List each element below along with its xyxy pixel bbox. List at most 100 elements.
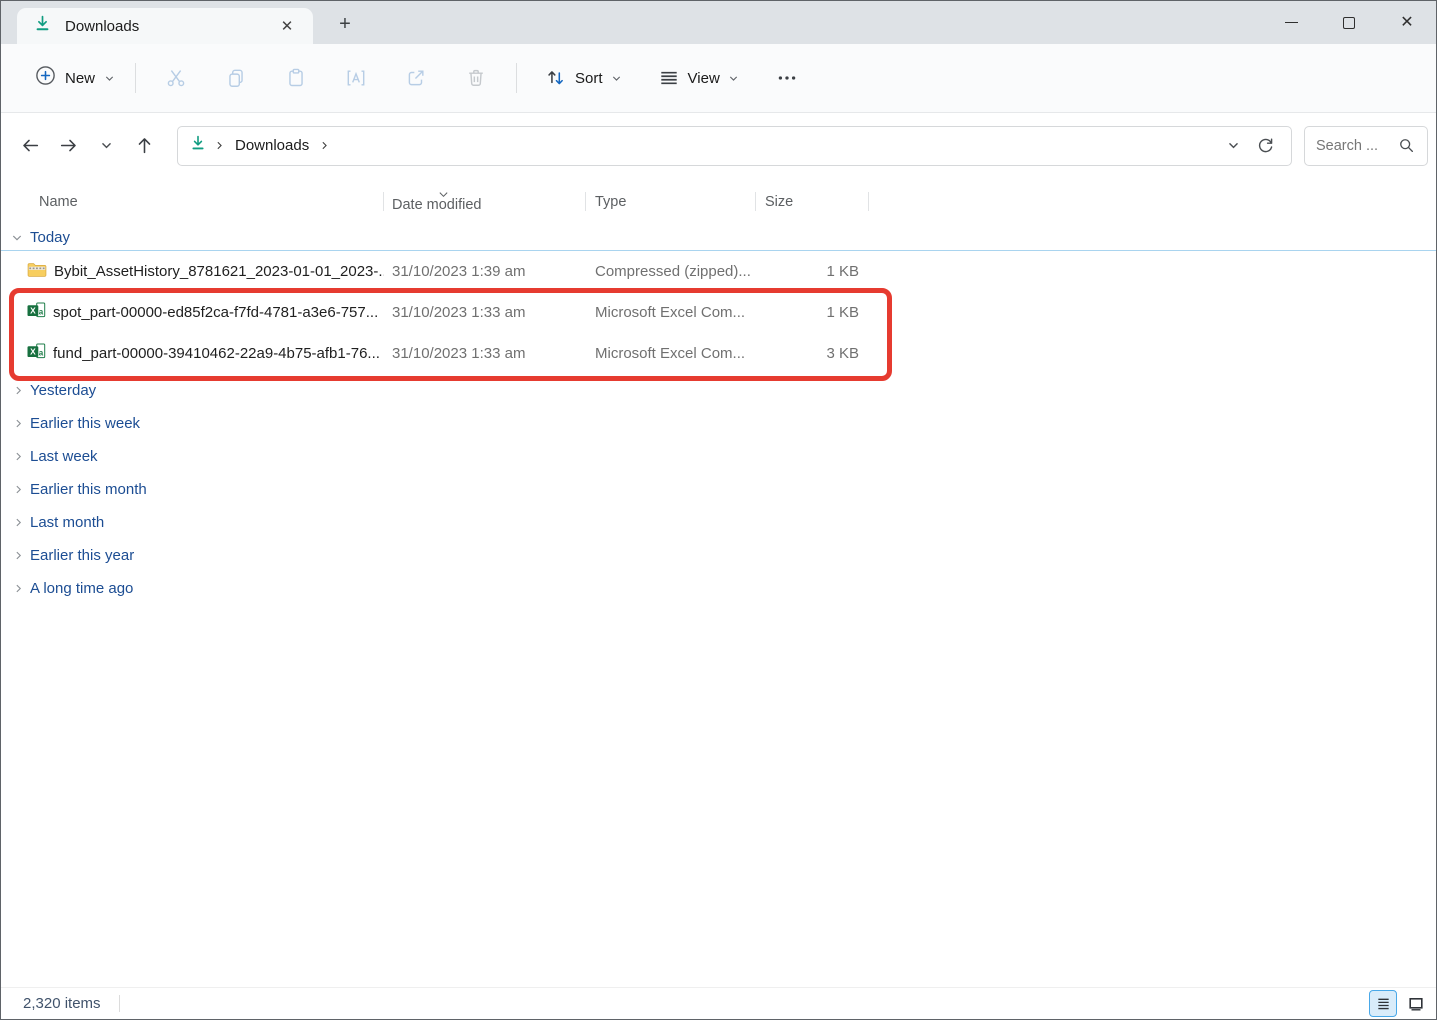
arrow-right-icon xyxy=(58,135,79,156)
excel-csv-icon: aX xyxy=(27,343,46,364)
recent-locations-button[interactable] xyxy=(87,128,125,164)
group-header-earlier-this-month[interactable]: Earlier this month xyxy=(1,473,1436,506)
share-button[interactable] xyxy=(394,58,438,98)
view-button[interactable]: View xyxy=(648,60,749,96)
file-row-spot-csv[interactable]: aX spot_part-00000-ed85f2ca-f7fd-4781-a3… xyxy=(1,292,1436,333)
file-size: 1 KB xyxy=(756,263,869,280)
column-header-name[interactable]: Name xyxy=(17,178,384,225)
minimize-icon xyxy=(1285,22,1298,23)
chevron-collapsed-icon xyxy=(13,583,24,594)
group-header-yesterday[interactable]: Yesterday xyxy=(1,374,1436,407)
address-input-box[interactable]: Downloads xyxy=(177,126,1292,166)
group-label: Today xyxy=(30,229,70,246)
download-icon xyxy=(190,135,206,156)
file-name: spot_part-00000-ed85f2ca-f7fd-4781-a3e6-… xyxy=(53,304,378,321)
column-header-date-modified[interactable]: Date modified xyxy=(384,178,586,225)
maximize-button[interactable] xyxy=(1320,1,1378,44)
minimize-button[interactable] xyxy=(1262,1,1320,44)
ellipsis-icon xyxy=(776,67,798,89)
status-bar: 2,320 items xyxy=(1,987,1436,1019)
file-row-zip[interactable]: Bybit_AssetHistory_8781621_2023-01-01_20… xyxy=(1,251,1436,292)
file-date: 31/10/2023 1:33 am xyxy=(384,345,586,362)
copy-button[interactable] xyxy=(214,58,258,98)
zip-folder-icon xyxy=(27,262,47,282)
thumbnails-view-button[interactable] xyxy=(1402,990,1430,1017)
share-icon xyxy=(405,67,427,89)
excel-csv-icon: aX xyxy=(27,302,46,323)
rename-button[interactable] xyxy=(334,58,378,98)
group-header-earlier-this-week[interactable]: Earlier this week xyxy=(1,407,1436,440)
group-label: Last week xyxy=(30,448,98,465)
paste-icon xyxy=(285,67,307,89)
plus-circle-icon xyxy=(35,65,56,91)
group-label: Earlier this year xyxy=(30,547,134,564)
sort-button[interactable]: Sort xyxy=(535,60,632,96)
address-dropdown-button[interactable] xyxy=(1217,131,1249,161)
command-toolbar: New Sort View xyxy=(1,44,1436,113)
maximize-icon xyxy=(1343,17,1355,29)
file-row-fund-csv[interactable]: aX fund_part-00000-39410462-22a9-4b75-af… xyxy=(1,333,1436,374)
column-header-size[interactable]: Size xyxy=(756,178,869,225)
sort-button-label: Sort xyxy=(575,70,603,87)
trash-icon xyxy=(465,67,487,89)
arrow-up-icon xyxy=(134,135,155,156)
arrow-left-icon xyxy=(20,135,41,156)
cut-button[interactable] xyxy=(154,58,198,98)
file-type: Compressed (zipped)... xyxy=(586,263,756,280)
group-header-last-month[interactable]: Last month xyxy=(1,506,1436,539)
search-input[interactable] xyxy=(1316,138,1398,154)
chevron-collapsed-icon xyxy=(13,385,24,396)
chevron-down-icon xyxy=(728,73,739,84)
refresh-button[interactable] xyxy=(1249,131,1281,161)
chevron-collapsed-icon xyxy=(13,550,24,561)
rename-icon xyxy=(345,67,367,89)
copy-icon xyxy=(225,67,247,89)
chevron-right-icon[interactable] xyxy=(319,140,330,151)
items-count: 2,320 items xyxy=(23,995,101,1012)
tab-close-icon[interactable]: ✕ xyxy=(275,14,299,38)
svg-text:a: a xyxy=(39,307,44,316)
group-header-today[interactable]: Today xyxy=(1,225,1436,251)
file-list-pane: Name Date modified Type Size Today Bybit… xyxy=(1,178,1436,987)
thumbnails-view-icon xyxy=(1408,996,1424,1012)
chevron-collapsed-icon xyxy=(13,484,24,495)
explorer-tab-downloads[interactable]: Downloads ✕ xyxy=(17,8,313,44)
tab-title: Downloads xyxy=(65,18,275,35)
group-header-last-week[interactable]: Last week xyxy=(1,440,1436,473)
toolbar-divider xyxy=(516,63,517,93)
group-header-a-long-time-ago[interactable]: A long time ago xyxy=(1,572,1436,605)
chevron-collapsed-icon xyxy=(13,451,24,462)
file-type: Microsoft Excel Com... xyxy=(586,345,756,362)
chevron-right-icon[interactable] xyxy=(214,140,225,151)
details-view-button[interactable] xyxy=(1369,990,1397,1017)
new-button[interactable]: New xyxy=(25,58,125,98)
file-name: fund_part-00000-39410462-22a9-4b75-afb1-… xyxy=(53,345,380,362)
chevron-collapsed-icon xyxy=(13,517,24,528)
file-name: Bybit_AssetHistory_8781621_2023-01-01_20… xyxy=(54,263,384,280)
address-bar: Downloads xyxy=(1,113,1436,178)
chevron-expanded-icon xyxy=(11,232,23,244)
forward-button[interactable] xyxy=(49,128,87,164)
file-date: 31/10/2023 1:39 am xyxy=(384,263,586,280)
breadcrumb-downloads[interactable]: Downloads xyxy=(229,134,315,157)
svg-text:X: X xyxy=(30,306,36,316)
paste-button[interactable] xyxy=(274,58,318,98)
file-size: 1 KB xyxy=(756,304,869,321)
view-lines-icon xyxy=(658,67,680,89)
back-button[interactable] xyxy=(11,128,49,164)
group-header-earlier-this-year[interactable]: Earlier this year xyxy=(1,539,1436,572)
svg-text:X: X xyxy=(30,347,36,357)
close-button[interactable]: ✕ xyxy=(1378,1,1436,44)
search-icon[interactable] xyxy=(1398,137,1415,154)
delete-button[interactable] xyxy=(454,58,498,98)
close-icon: ✕ xyxy=(1400,15,1413,31)
chevron-down-icon xyxy=(100,139,113,152)
chevron-down-icon xyxy=(104,73,115,84)
new-tab-button[interactable]: + xyxy=(331,10,359,38)
column-header-type[interactable]: Type xyxy=(586,178,756,225)
up-button[interactable] xyxy=(125,128,163,164)
column-headers: Name Date modified Type Size xyxy=(1,178,1436,225)
see-more-button[interactable] xyxy=(765,58,809,98)
group-label: Earlier this week xyxy=(30,415,140,432)
group-label: A long time ago xyxy=(30,580,133,597)
